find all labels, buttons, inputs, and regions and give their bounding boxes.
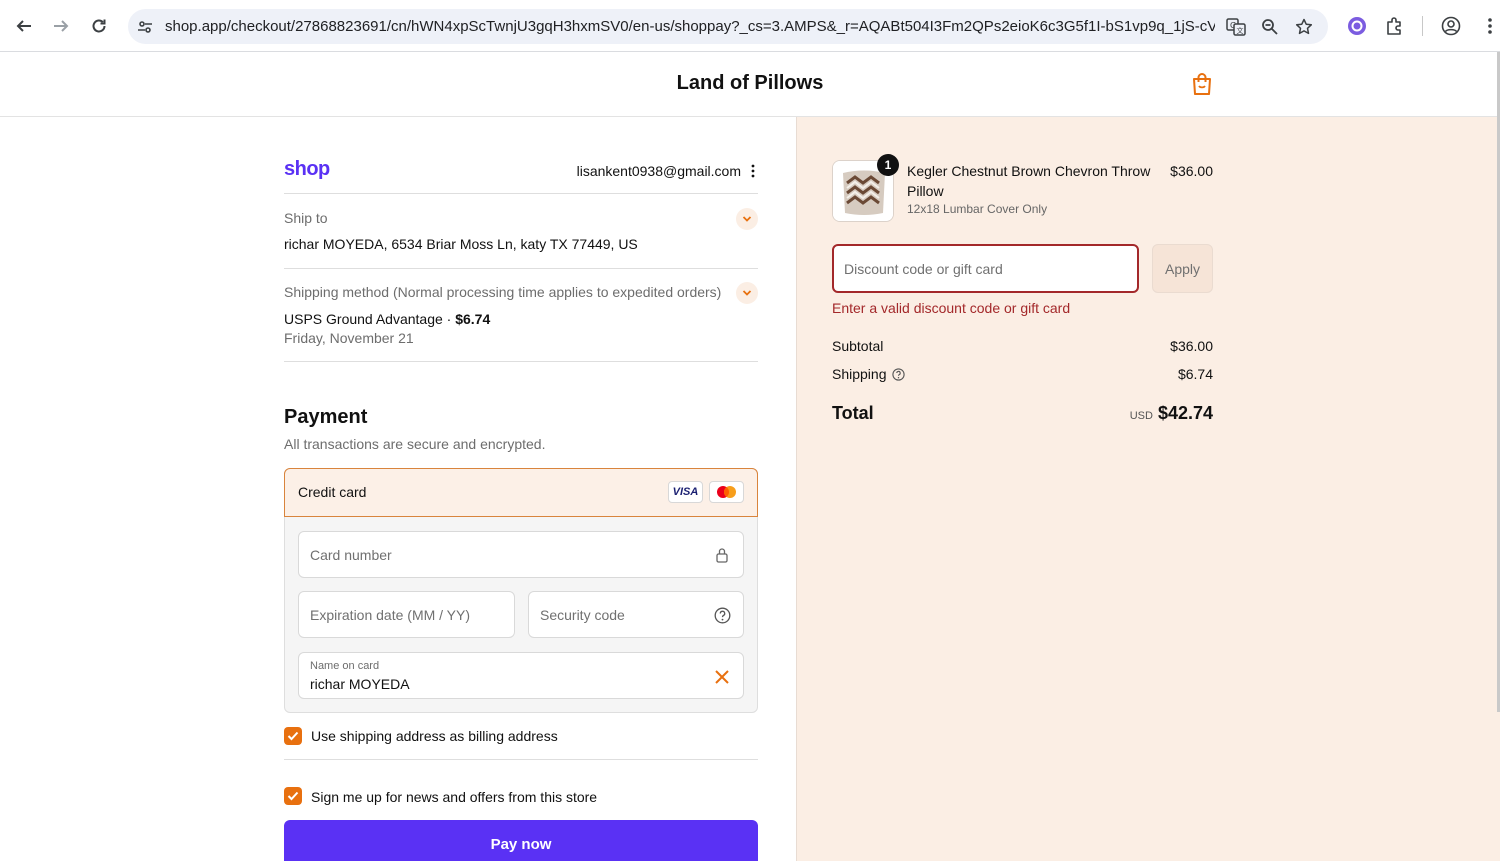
security-code-field[interactable]: Security code (528, 591, 744, 638)
total-value: $42.74 (1157, 403, 1213, 423)
url-text: shop.app/checkout/27868823691/cn/hWN4xpS… (165, 18, 1215, 35)
extension-icon[interactable] (1345, 14, 1369, 38)
shopping-bag-icon[interactable] (1191, 72, 1213, 96)
site-settings-icon[interactable] (135, 17, 155, 37)
profile-icon[interactable] (1439, 14, 1463, 38)
forward-icon[interactable] (48, 13, 74, 39)
card-number-field[interactable]: Card number (298, 531, 744, 578)
divider (284, 268, 758, 269)
account-menu-icon[interactable] (746, 163, 760, 179)
expiration-placeholder: Expiration date (MM / YY) (310, 607, 471, 623)
divider (284, 193, 758, 194)
shipping-value: $6.74 (1177, 366, 1213, 382)
payment-subtitle: All transactions are secure and encrypte… (284, 436, 546, 452)
product-price: $36.00 (1170, 163, 1213, 179)
shipping-method-value: USPS Ground Advantage · $6.74 (284, 311, 490, 327)
name-on-card-field[interactable]: Name on card richar MOYEDA (298, 652, 744, 699)
total-label: Total (832, 403, 874, 423)
translate-icon[interactable]: G文 (1226, 17, 1246, 37)
extensions-puzzle-icon[interactable] (1383, 14, 1407, 38)
visa-icon: VISA (668, 481, 703, 503)
expiration-date-field[interactable]: Expiration date (MM / YY) (298, 591, 515, 638)
total-row: USD $42.74 (1050, 403, 1213, 424)
security-code-placeholder: Security code (540, 607, 625, 623)
shipping-method-expand-button[interactable] (736, 282, 758, 304)
store-header: Land of Pillows (0, 52, 1500, 117)
security-code-help-icon[interactable] (713, 605, 731, 625)
ship-to-label: Ship to (284, 210, 328, 226)
browser-toolbar: shop.app/checkout/27868823691/cn/hWN4xpS… (0, 0, 1500, 52)
billing-address-label: Use shipping address as billing address (311, 728, 558, 744)
back-icon[interactable] (11, 13, 37, 39)
pay-now-button[interactable]: Pay now (284, 820, 758, 861)
shipping-label: Shipping (832, 366, 887, 382)
ship-to-address: richar MOYEDA, 6534 Briar Moss Ln, katy … (284, 236, 638, 252)
card-number-placeholder: Card number (310, 547, 392, 563)
payment-heading: Payment (284, 406, 368, 428)
toolbar-separator (1422, 16, 1423, 36)
address-bar[interactable]: shop.app/checkout/27868823691/cn/hWN4xpS… (128, 9, 1328, 44)
lock-icon (713, 545, 731, 565)
shipping-method-price: $6.74 (455, 311, 491, 327)
ship-to-expand-button[interactable] (736, 208, 758, 230)
newsletter-checkbox[interactable] (284, 787, 302, 805)
discount-error-message: Enter a valid discount code or gift card (832, 300, 1071, 316)
newsletter-label: Sign me up for news and offers from this… (311, 789, 598, 805)
shipping-service: USPS Ground Advantage · (284, 311, 456, 327)
bookmark-star-icon[interactable] (1294, 17, 1314, 37)
total-currency: USD (1129, 410, 1153, 422)
clear-icon[interactable] (713, 667, 731, 687)
name-on-card-value: richar MOYEDA (310, 676, 410, 692)
subtotal-value: $36.00 (1170, 338, 1213, 354)
account-email: lisankent0938@gmail.com (576, 163, 741, 179)
zoom-icon[interactable] (1260, 17, 1280, 37)
shop-pay-logo: shop (284, 158, 330, 180)
billing-address-checkbox[interactable] (284, 727, 302, 745)
order-summary-panel (796, 117, 1500, 861)
shipping-row: Shipping (832, 366, 905, 384)
product-name: Kegler Chestnut Brown Chevron Throw Pill… (907, 163, 1151, 199)
help-icon[interactable] (891, 368, 905, 384)
divider (284, 759, 758, 760)
svg-text:文: 文 (1237, 26, 1244, 35)
reload-icon[interactable] (86, 13, 112, 39)
shipping-method-label: Shipping method (Normal processing time … (284, 284, 722, 300)
credit-card-label: Credit card (298, 484, 367, 500)
quantity-badge: 1 (877, 154, 899, 176)
divider (284, 361, 758, 362)
menu-icon[interactable] (1478, 14, 1500, 38)
subtotal-label: Subtotal (832, 338, 884, 354)
discount-code-input[interactable] (832, 244, 1139, 293)
apply-discount-button[interactable]: Apply (1152, 244, 1213, 293)
mastercard-icon (709, 481, 744, 503)
pay-now-label: Pay now (490, 836, 552, 853)
shipping-delivery-date: Friday, November 21 (284, 330, 414, 346)
product-variant: 12x18 Lumbar Cover Only (907, 202, 1048, 216)
store-name: Land of Pillows (676, 72, 824, 94)
name-on-card-label: Name on card (310, 660, 380, 672)
